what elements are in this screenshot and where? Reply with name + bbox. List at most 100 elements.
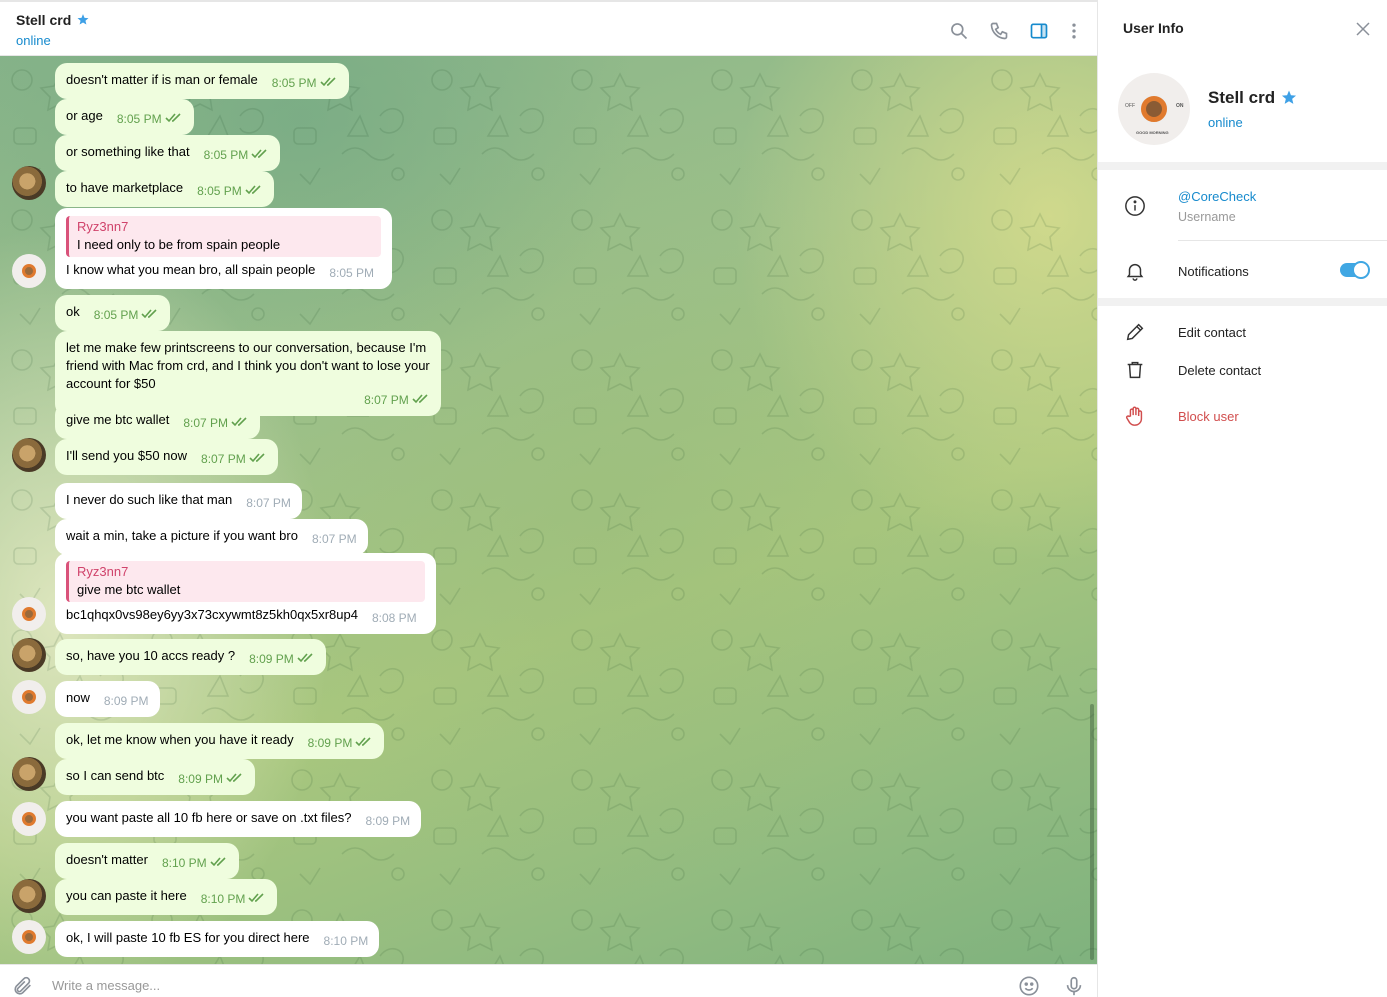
hand-block-icon[interactable]: [1124, 405, 1146, 427]
message-meta: 8:08 PM: [372, 609, 417, 627]
sender-avatar-logo[interactable]: [12, 920, 46, 954]
double-check-icon: [409, 393, 430, 407]
message-input[interactable]: [52, 978, 952, 993]
edit-contact-button[interactable]: Edit contact: [1178, 325, 1246, 340]
incoming-message[interactable]: wait a min, take a picture if you want b…: [55, 519, 368, 555]
outgoing-message[interactable]: or age 8:05 PM: [55, 99, 194, 135]
outgoing-message[interactable]: ok, let me know when you have it ready 8:…: [55, 723, 385, 759]
avatar-text-off: OFF: [1125, 103, 1135, 109]
profile-avatar[interactable]: OFF ON GOOD MORNING: [1118, 73, 1190, 145]
double-check-icon: [246, 452, 267, 466]
message-text: doesn't matter if is man or female: [66, 72, 258, 87]
notifications-toggle[interactable]: [1340, 261, 1370, 279]
sender-avatar-coin[interactable]: [12, 438, 46, 472]
paperclip-attach-icon[interactable]: [12, 975, 34, 997]
message-time: 8:09 PM: [178, 772, 223, 786]
reply-quote[interactable]: Ryz3nn7 I need only to be from spain peop…: [66, 216, 381, 257]
incoming-message[interactable]: now 8:09 PM: [55, 681, 160, 717]
sender-avatar-logo[interactable]: [12, 802, 46, 836]
message-text: so I can send btc: [66, 768, 165, 783]
sender-avatar-coin[interactable]: [12, 757, 46, 791]
incoming-message[interactable]: Ryz3nn7 I need only to be from spain peop…: [55, 208, 392, 289]
section-divider: [1098, 162, 1387, 170]
outgoing-message[interactable]: so I can send btc 8:09 PM: [55, 759, 255, 795]
pencil-edit-icon[interactable]: [1124, 321, 1146, 343]
sender-avatar-logo[interactable]: [12, 680, 46, 714]
message-time: 8:05 PM: [271, 76, 317, 90]
double-check-icon: [207, 856, 228, 870]
chat-status: online: [16, 33, 51, 48]
more-menu-icon[interactable]: [1063, 20, 1085, 42]
avatar-text-on: ON: [1176, 103, 1184, 109]
message-meta: 8:09 PM: [249, 650, 315, 668]
message-meta: 8:09 PM: [178, 770, 244, 788]
trash-icon[interactable]: [1124, 359, 1146, 381]
outgoing-message[interactable]: so, have you 10 accs ready ? 8:09 PM: [55, 639, 326, 675]
message-text: ok, let me know when you have it ready: [66, 732, 294, 747]
emoji-icon[interactable]: [1018, 975, 1040, 997]
message-time: 8:07 PM: [311, 532, 357, 546]
message-text: I know what you mean bro, all spain peop…: [66, 262, 316, 277]
block-user-button[interactable]: Block user: [1178, 409, 1239, 424]
sender-avatar-coin[interactable]: [12, 638, 46, 672]
message-meta: 8:07 PM: [246, 494, 291, 512]
star-badge-icon: [1282, 90, 1297, 104]
chat-title-row[interactable]: Stell crd: [16, 12, 90, 28]
microphone-icon[interactable]: [1063, 975, 1085, 997]
outgoing-message[interactable]: you can paste it here 8:10 PM: [55, 879, 278, 915]
incoming-message[interactable]: Ryz3nn7 give me btc wallet bc1qhqx0vs98ey6…: [55, 553, 436, 634]
outgoing-message[interactable]: give me btc wallet 8:07 PM: [55, 403, 261, 439]
message-meta: 8:05 PM: [94, 306, 160, 324]
outgoing-message[interactable]: I'll send you $50 now 8:07 PM: [55, 439, 278, 475]
profile-name: Stell crd: [1208, 88, 1276, 107]
double-check-icon: [228, 416, 249, 430]
reply-text: give me btc wallet: [77, 582, 181, 597]
message-time: 8:07 PM: [364, 393, 409, 407]
message-text: you want paste all 10 fb here or save on…: [66, 810, 352, 825]
outgoing-message[interactable]: doesn't matter 8:10 PM: [55, 843, 239, 879]
message-text: bc1qhqx0vs98ey6yy3x73cxywmt8z5kh0qx5xr8u…: [66, 607, 358, 622]
sender-avatar-logo[interactable]: [12, 597, 46, 631]
sidebar-toggle-icon[interactable]: [1028, 20, 1050, 42]
message-meta: 8:10 PM: [324, 932, 369, 950]
reply-author: Ryz3nn7: [77, 219, 129, 234]
double-check-icon: [162, 112, 183, 126]
message-time: 8:10 PM: [161, 856, 207, 870]
phone-call-icon[interactable]: [988, 20, 1010, 42]
message-scrollbar[interactable]: [1090, 704, 1094, 960]
message-time: 8:05 PM: [116, 112, 162, 126]
outgoing-message[interactable]: to have marketplace 8:05 PM: [55, 171, 274, 207]
message-meta: 8:05 PM: [329, 264, 374, 282]
username-link[interactable]: @CoreCheck: [1178, 189, 1256, 204]
message-text: I never do such like that man: [66, 492, 233, 507]
message-time: 8:09 PM: [103, 694, 149, 708]
section-divider: [1098, 298, 1387, 306]
reply-quote[interactable]: Ryz3nn7 give me btc wallet: [66, 561, 425, 602]
incoming-message[interactable]: I never do such like that man 8:07 PM: [55, 483, 302, 519]
coffee-cup-graphic: [1141, 96, 1167, 122]
sender-avatar-coin[interactable]: [12, 166, 46, 200]
message-meta: 8:10 PM: [201, 890, 267, 908]
message-text: wait a min, take a picture if you want b…: [66, 528, 298, 543]
outgoing-message[interactable]: ok 8:05 PM: [55, 295, 171, 331]
outgoing-message[interactable]: doesn't matter if is man or female 8:05 P…: [55, 63, 349, 99]
close-icon[interactable]: [1354, 20, 1372, 38]
message-list[interactable]: doesn't matter if is man or female 8:05 P…: [0, 56, 1097, 964]
message-time: 8:08 PM: [371, 611, 417, 625]
sender-avatar-coin[interactable]: [12, 879, 46, 913]
message-text: doesn't matter: [66, 852, 148, 867]
message-text: so, have you 10 accs ready ?: [66, 648, 236, 663]
outgoing-message[interactable]: or something like that 8:05 PM: [55, 135, 281, 171]
notifications-label: Notifications: [1178, 264, 1249, 279]
incoming-message[interactable]: ok, I will paste 10 fb ES for you direct…: [55, 921, 380, 957]
delete-contact-button[interactable]: Delete contact: [1178, 363, 1261, 378]
incoming-message[interactable]: you want paste all 10 fb here or save on…: [55, 801, 422, 837]
message-text: now: [66, 690, 90, 705]
info-icon: [1124, 195, 1146, 217]
message-text-line: let me make few printscreens to our conv…: [66, 340, 427, 355]
message-meta: 8:05 PM: [204, 146, 270, 164]
sender-avatar-logo[interactable]: [12, 254, 46, 288]
avatar-text-good-morning: GOOD MORNING: [1136, 130, 1169, 135]
message-text: you can paste it here: [66, 888, 187, 903]
search-icon[interactable]: [948, 20, 970, 42]
